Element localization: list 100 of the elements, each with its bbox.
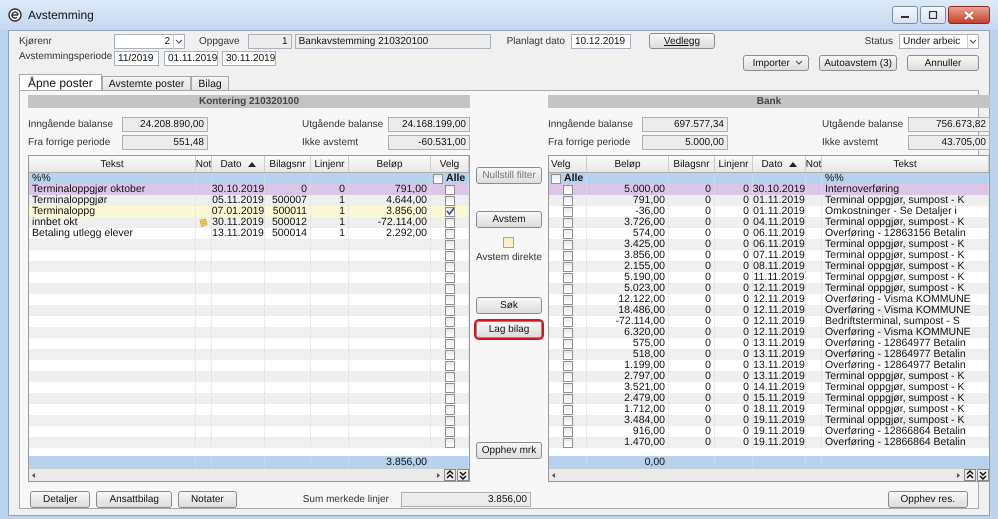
date-field[interactable]: 10.12.2019 <box>570 34 631 48</box>
checkbox[interactable] <box>444 240 454 250</box>
annuller-button[interactable]: Annuller <box>907 55 979 71</box>
footer-button[interactable]: Notater <box>178 491 237 508</box>
checkbox[interactable] <box>444 184 454 194</box>
checkbox[interactable] <box>444 328 454 338</box>
checkbox[interactable] <box>562 416 572 426</box>
tab[interactable]: Bilag <box>191 76 229 90</box>
action-button[interactable]: Lag bilag <box>476 321 542 338</box>
oppgave-name-field[interactable]: Bankavstemming 210320100 <box>294 34 491 48</box>
checkbox[interactable] <box>562 404 572 414</box>
checkbox[interactable] <box>444 338 454 348</box>
column-header[interactable]: Bilagsnr <box>265 156 311 172</box>
action-button[interactable]: Søk <box>476 297 542 314</box>
action-button[interactable]: Avstem <box>476 211 542 228</box>
close-button[interactable] <box>948 6 990 24</box>
scroll-bottom-icon[interactable] <box>977 469 989 481</box>
checkbox[interactable] <box>444 284 454 294</box>
checkbox[interactable] <box>562 394 572 404</box>
checkbox[interactable] <box>562 316 572 326</box>
checkbox[interactable] <box>562 272 572 282</box>
status-dropdown[interactable]: Under arbeic <box>899 34 979 48</box>
column-header[interactable]: Beløp <box>587 156 669 172</box>
column-header[interactable]: Not <box>806 156 822 172</box>
kjorenr-dropdown[interactable]: 2 <box>114 34 185 48</box>
checkbox[interactable] <box>503 237 514 248</box>
column-header[interactable]: Linjenr <box>715 156 753 172</box>
date-field[interactable]: 30.11.2019 <box>222 51 276 66</box>
opphev-res-button[interactable]: Opphev res. <box>888 491 968 508</box>
table-row[interactable]: 18.486,00 0 0 12.11.2019 Overføring - Visma KOMMUNE <box>549 305 989 316</box>
checkbox[interactable] <box>562 382 572 392</box>
checkbox[interactable] <box>444 306 454 316</box>
action-button[interactable]: Opphev mrk <box>476 442 542 459</box>
maximize-button[interactable] <box>920 6 946 24</box>
checkbox[interactable] <box>444 250 454 260</box>
checkbox[interactable] <box>562 240 572 250</box>
filter-text[interactable]: %% <box>32 173 51 184</box>
table-row[interactable]: Terminaloppgjør oktober 30.10.2019 0 0 791,00 <box>29 184 469 195</box>
column-header[interactable]: Tekst <box>29 156 196 172</box>
checkbox[interactable] <box>562 328 572 338</box>
table-row[interactable]: innbet okt 30.11.2019 500012 1 -72.114,00 <box>29 217 469 228</box>
table-row[interactable]: 1.470,00 0 0 19.11.2019 Overføring - 12866864 Betalin <box>549 437 989 448</box>
table-row[interactable]: Terminaloppg 07.01.2019 500011 1 3.856,00 <box>29 206 469 217</box>
checkbox[interactable] <box>562 218 572 228</box>
column-header[interactable]: Velg <box>549 156 587 172</box>
table-row[interactable]: 3.726,00 0 0 04.11.2019 Terminal oppgjør, sumpost - K <box>549 217 989 228</box>
checkbox[interactable] <box>444 272 454 282</box>
table-row[interactable]: 5.000,00 0 0 30.10.2019 Internoverføring <box>549 184 989 195</box>
checkbox[interactable] <box>562 228 572 238</box>
checkbox[interactable] <box>444 206 454 216</box>
table-row[interactable]: 5.023,00 0 0 12.11.2019 Terminal oppgjør, sumpost - K <box>549 283 989 294</box>
checkbox[interactable] <box>444 372 454 382</box>
vedlegg-button[interactable]: Vedlegg <box>648 33 715 49</box>
filter-text[interactable]: %% <box>825 173 844 184</box>
column-header[interactable]: Dato <box>753 156 806 172</box>
checkbox[interactable] <box>444 382 454 392</box>
date-field[interactable]: 01.11.2019 <box>164 51 218 66</box>
checkbox[interactable] <box>562 184 572 194</box>
checkbox[interactable] <box>444 218 454 228</box>
table-row[interactable]: 2.797,00 0 0 13.11.2019 Terminal oppgjør, sumpost - K <box>549 371 989 382</box>
checkbox[interactable] <box>562 438 572 448</box>
table-row[interactable]: 6.320,00 0 0 12.11.2019 Overføring - Visma KOMMUNE <box>549 327 989 338</box>
minimize-button[interactable] <box>892 6 918 24</box>
autoavstem-button[interactable]: Autoavstem (3) <box>819 55 897 71</box>
period-field[interactable]: 11/2019 <box>114 51 159 66</box>
importer-button[interactable]: Importer <box>743 55 810 71</box>
checkbox[interactable] <box>562 206 572 216</box>
checkbox[interactable] <box>433 174 443 184</box>
checkbox[interactable] <box>562 372 572 382</box>
checkbox[interactable] <box>444 350 454 360</box>
checkbox[interactable] <box>444 426 454 436</box>
checkbox[interactable] <box>444 416 454 426</box>
checkbox[interactable] <box>562 360 572 370</box>
scroll-bottom-icon[interactable] <box>457 469 469 481</box>
table-row[interactable]: 2.155,00 0 0 08.11.2019 Terminal oppgjør, sumpost - K <box>549 261 989 272</box>
table-row[interactable]: 518,00 0 0 13.11.2019 Overføring - 12864977 Betalin <box>549 349 989 360</box>
table-row[interactable]: 3.425,00 0 0 06.11.2019 Terminal oppgjør, sumpost - K <box>549 239 989 250</box>
checkbox[interactable] <box>562 250 572 260</box>
checkbox[interactable] <box>444 294 454 304</box>
checkbox[interactable] <box>562 426 572 436</box>
checkbox[interactable] <box>444 404 454 414</box>
checkbox[interactable] <box>551 174 561 184</box>
table-row[interactable]: Terminaloppgjør 05.11.2019 500007 1 4.644,00 <box>29 195 469 206</box>
column-header[interactable]: Linjenr <box>311 156 349 172</box>
footer-button[interactable]: Detaljer <box>30 491 90 508</box>
oppgave-number-field[interactable]: 1 <box>248 34 292 48</box>
checkbox[interactable] <box>562 350 572 360</box>
checkbox[interactable] <box>562 338 572 348</box>
tab[interactable]: Åpne poster <box>19 74 102 90</box>
column-header[interactable]: Not <box>196 156 212 172</box>
checkbox[interactable] <box>562 294 572 304</box>
checkbox[interactable] <box>562 306 572 316</box>
checkbox[interactable] <box>444 228 454 238</box>
column-header[interactable]: Dato <box>212 156 265 172</box>
column-header[interactable]: Beløp <box>349 156 431 172</box>
checkbox[interactable] <box>562 196 572 206</box>
checkbox[interactable] <box>444 360 454 370</box>
table-row[interactable]: 791,00 0 0 01.11.2019 Terminal oppgjør, sumpost - K <box>549 195 989 206</box>
checkbox[interactable] <box>562 262 572 272</box>
checkbox[interactable] <box>444 262 454 272</box>
